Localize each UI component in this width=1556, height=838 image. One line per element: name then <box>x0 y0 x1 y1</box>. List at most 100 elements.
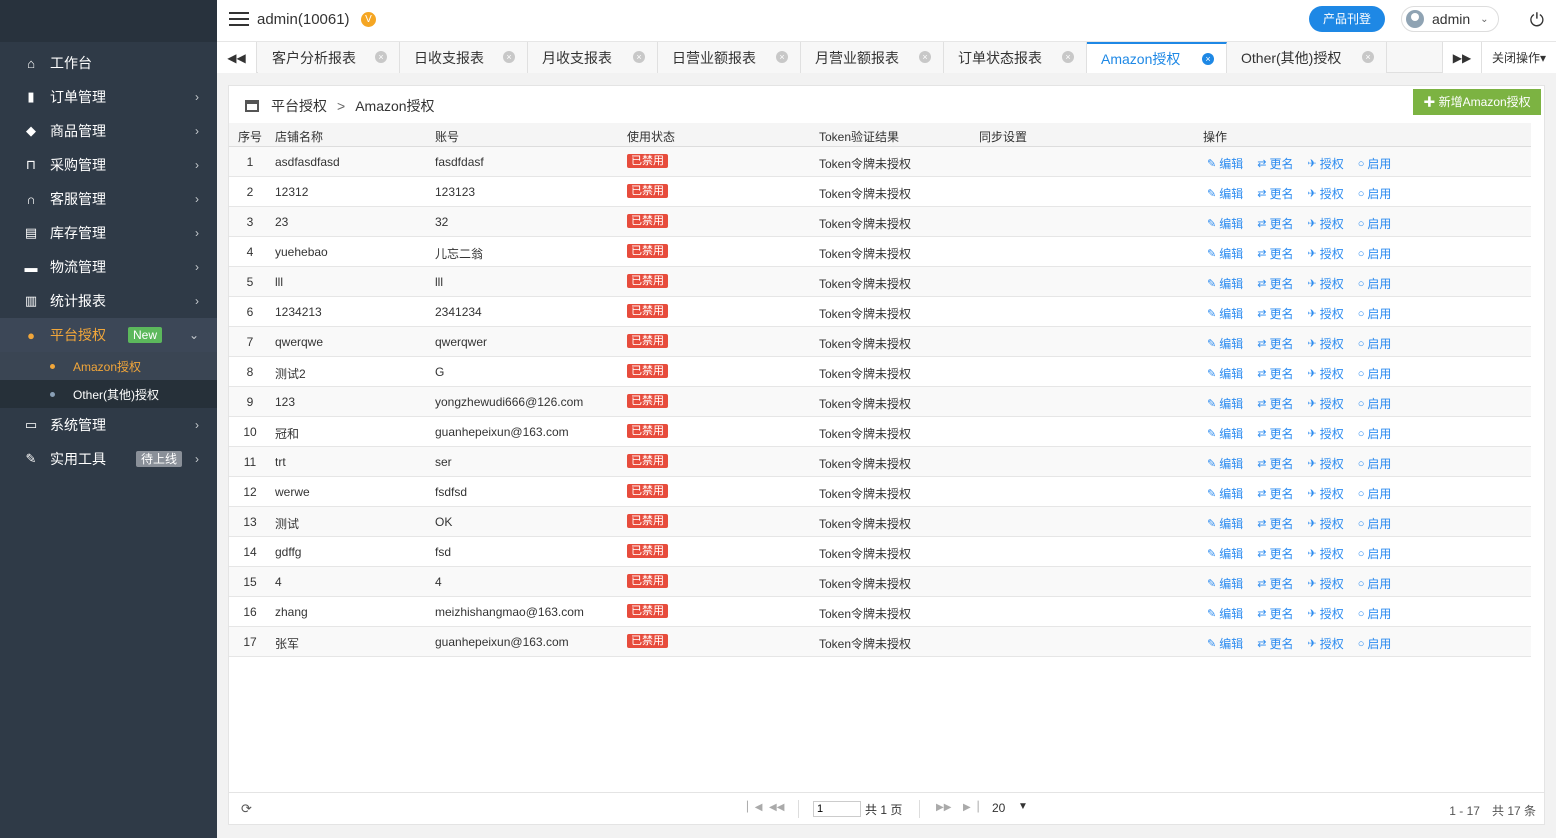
rename-action[interactable]: ⇄ 更名 <box>1257 425 1293 442</box>
sidebar-item-workbench[interactable]: ⌂ 工作台 <box>0 46 217 80</box>
first-page-icon[interactable]: ▏◀ <box>747 802 762 813</box>
authorize-action[interactable]: ✈ 授权 <box>1307 275 1343 292</box>
page-size-select[interactable]: 20 <box>992 801 1005 815</box>
user-menu[interactable]: admin ⌄ <box>1401 6 1499 32</box>
sidebar-item-products[interactable]: ◆ 商品管理 › <box>0 114 217 148</box>
edit-action[interactable]: ✎ 编辑 <box>1207 575 1243 592</box>
authorize-action[interactable]: ✈ 授权 <box>1307 365 1343 382</box>
rename-action[interactable]: ⇄ 更名 <box>1257 215 1293 232</box>
tab-monthly-income[interactable]: 月收支报表 × <box>528 42 658 73</box>
power-icon[interactable]: ⏻ <box>1530 10 1544 31</box>
tab-order-status[interactable]: 订单状态报表 × <box>944 42 1087 73</box>
sidebar-item-purchase[interactable]: ⊓ 采购管理 › <box>0 148 217 182</box>
rename-action[interactable]: ⇄ 更名 <box>1257 545 1293 562</box>
close-icon[interactable]: × <box>375 51 387 63</box>
enable-action[interactable]: ○ 启用 <box>1358 305 1392 322</box>
close-icon[interactable]: × <box>633 51 645 63</box>
sidebar-subitem-other[interactable]: Other(其他)授权 <box>0 380 217 408</box>
rename-action[interactable]: ⇄ 更名 <box>1257 275 1293 292</box>
enable-action[interactable]: ○ 启用 <box>1358 395 1392 412</box>
close-icon[interactable]: × <box>1362 51 1374 63</box>
edit-action[interactable]: ✎ 编辑 <box>1207 365 1243 382</box>
edit-action[interactable]: ✎ 编辑 <box>1207 515 1243 532</box>
tab-customer-analysis[interactable]: 客户分析报表 × <box>258 42 400 73</box>
close-icon[interactable]: × <box>919 51 931 63</box>
edit-action[interactable]: ✎ 编辑 <box>1207 185 1243 202</box>
sidebar-item-system[interactable]: ▭ 系统管理 › <box>0 408 217 442</box>
edit-action[interactable]: ✎ 编辑 <box>1207 245 1243 262</box>
authorize-action[interactable]: ✈ 授权 <box>1307 215 1343 232</box>
authorize-action[interactable]: ✈ 授权 <box>1307 575 1343 592</box>
product-publish-button[interactable]: 产品刊登 <box>1309 6 1385 32</box>
refresh-icon[interactable]: ⟳ <box>241 801 252 817</box>
edit-action[interactable]: ✎ 编辑 <box>1207 545 1243 562</box>
authorize-action[interactable]: ✈ 授权 <box>1307 515 1343 532</box>
rename-action[interactable]: ⇄ 更名 <box>1257 155 1293 172</box>
authorize-action[interactable]: ✈ 授权 <box>1307 425 1343 442</box>
enable-action[interactable]: ○ 启用 <box>1358 575 1392 592</box>
authorize-action[interactable]: ✈ 授权 <box>1307 545 1343 562</box>
edit-action[interactable]: ✎ 编辑 <box>1207 305 1243 322</box>
edit-action[interactable]: ✎ 编辑 <box>1207 335 1243 352</box>
tab-other-auth[interactable]: Other(其他)授权 × <box>1227 42 1387 73</box>
rename-action[interactable]: ⇄ 更名 <box>1257 335 1293 352</box>
rename-action[interactable]: ⇄ 更名 <box>1257 485 1293 502</box>
enable-action[interactable]: ○ 启用 <box>1358 365 1392 382</box>
rename-action[interactable]: ⇄ 更名 <box>1257 185 1293 202</box>
tab-daily-revenue[interactable]: 日营业额报表 × <box>658 42 801 73</box>
edit-action[interactable]: ✎ 编辑 <box>1207 425 1243 442</box>
add-amazon-auth-button[interactable]: ✚ 新增Amazon授权 <box>1413 89 1541 115</box>
edit-action[interactable]: ✎ 编辑 <box>1207 395 1243 412</box>
tab-daily-income[interactable]: 日收支报表 × <box>400 42 528 73</box>
authorize-action[interactable]: ✈ 授权 <box>1307 635 1343 652</box>
sidebar-item-platform-auth[interactable]: ● 平台授权 New ⌄ <box>0 318 217 352</box>
sidebar-item-inventory[interactable]: ▤ 库存管理 › <box>0 216 217 250</box>
authorize-action[interactable]: ✈ 授权 <box>1307 335 1343 352</box>
sidebar-item-tools[interactable]: ✎ 实用工具 待上线 › <box>0 442 217 476</box>
authorize-action[interactable]: ✈ 授权 <box>1307 185 1343 202</box>
enable-action[interactable]: ○ 启用 <box>1358 455 1392 472</box>
sidebar-item-service[interactable]: ∩ 客服管理 › <box>0 182 217 216</box>
edit-action[interactable]: ✎ 编辑 <box>1207 635 1243 652</box>
enable-action[interactable]: ○ 启用 <box>1358 635 1392 652</box>
edit-action[interactable]: ✎ 编辑 <box>1207 455 1243 472</box>
rename-action[interactable]: ⇄ 更名 <box>1257 515 1293 532</box>
rename-action[interactable]: ⇄ 更名 <box>1257 605 1293 622</box>
enable-action[interactable]: ○ 启用 <box>1358 545 1392 562</box>
enable-action[interactable]: ○ 启用 <box>1358 425 1392 442</box>
edit-action[interactable]: ✎ 编辑 <box>1207 215 1243 232</box>
prev-page-icon[interactable]: ◀◀ <box>769 802 784 813</box>
sidebar-item-orders[interactable]: ▮ 订单管理 › <box>0 80 217 114</box>
close-icon[interactable]: × <box>776 51 788 63</box>
sidebar-subitem-amazon[interactable]: Amazon授权 <box>0 352 217 380</box>
edit-action[interactable]: ✎ 编辑 <box>1207 275 1243 292</box>
authorize-action[interactable]: ✈ 授权 <box>1307 455 1343 472</box>
edit-action[interactable]: ✎ 编辑 <box>1207 605 1243 622</box>
rename-action[interactable]: ⇄ 更名 <box>1257 245 1293 262</box>
tab-scroll-right-icon[interactable]: ▶▶ <box>1442 42 1482 73</box>
edit-action[interactable]: ✎ 编辑 <box>1207 155 1243 172</box>
rename-action[interactable]: ⇄ 更名 <box>1257 395 1293 412</box>
enable-action[interactable]: ○ 启用 <box>1358 155 1392 172</box>
tab-amazon-auth[interactable]: Amazon授权 × <box>1087 42 1227 73</box>
breadcrumb-parent[interactable]: 平台授权 <box>271 96 327 116</box>
enable-action[interactable]: ○ 启用 <box>1358 605 1392 622</box>
enable-action[interactable]: ○ 启用 <box>1358 215 1392 232</box>
edit-action[interactable]: ✎ 编辑 <box>1207 485 1243 502</box>
authorize-action[interactable]: ✈ 授权 <box>1307 155 1343 172</box>
authorize-action[interactable]: ✈ 授权 <box>1307 305 1343 322</box>
close-icon[interactable]: × <box>1202 53 1214 65</box>
close-icon[interactable]: × <box>1062 51 1074 63</box>
sidebar-item-reports[interactable]: ▥ 统计报表 › <box>0 284 217 318</box>
tab-monthly-revenue[interactable]: 月营业额报表 × <box>801 42 944 73</box>
enable-action[interactable]: ○ 启用 <box>1358 185 1392 202</box>
enable-action[interactable]: ○ 启用 <box>1358 245 1392 262</box>
tab-scroll-left-icon[interactable]: ◀◀ <box>217 42 257 73</box>
enable-action[interactable]: ○ 启用 <box>1358 335 1392 352</box>
close-icon[interactable]: × <box>503 51 515 63</box>
authorize-action[interactable]: ✈ 授权 <box>1307 605 1343 622</box>
last-page-icon[interactable]: ▶▕ <box>963 802 978 813</box>
enable-action[interactable]: ○ 启用 <box>1358 275 1392 292</box>
authorize-action[interactable]: ✈ 授权 <box>1307 395 1343 412</box>
rename-action[interactable]: ⇄ 更名 <box>1257 575 1293 592</box>
